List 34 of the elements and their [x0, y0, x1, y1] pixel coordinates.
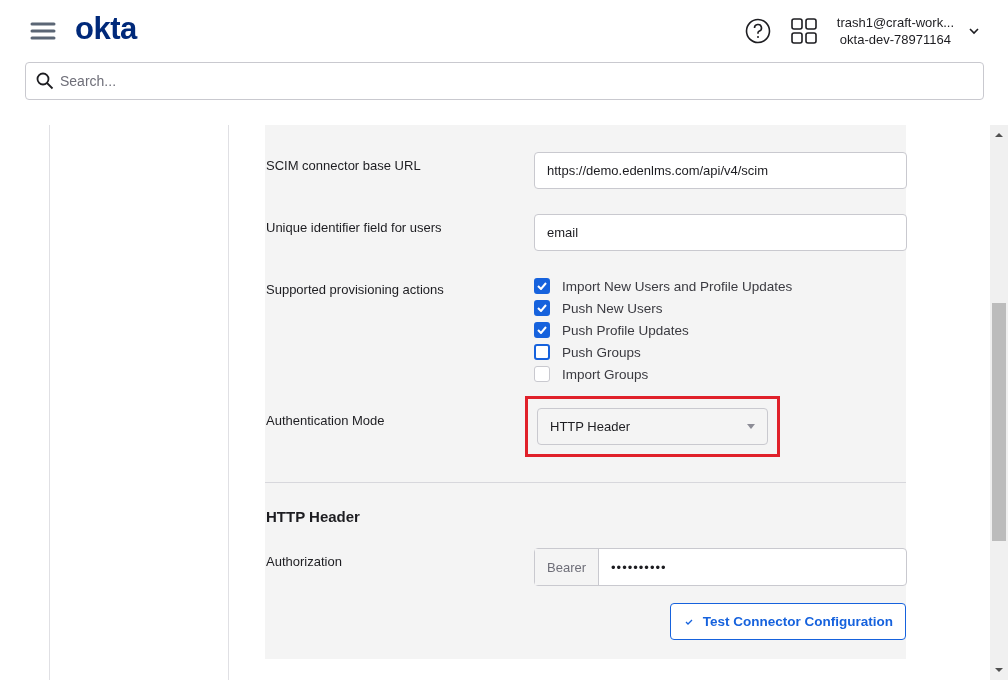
field-label: SCIM connector base URL: [266, 157, 422, 175]
field-label: Authorization: [266, 553, 343, 571]
search-icon: [36, 72, 54, 90]
checkbox-label[interactable]: Push Groups: [562, 344, 641, 360]
caret-icon[interactable]: [968, 25, 980, 37]
authorization-field[interactable]: Bearer ••••••••••: [534, 548, 907, 586]
caret-icon: [747, 424, 755, 429]
test-connector-button[interactable]: Test Connector Configuration: [669, 603, 906, 640]
check-icon: [537, 282, 547, 290]
checkbox-label[interactable]: Push New Users: [562, 300, 663, 316]
check-icon: [537, 304, 547, 312]
field-label: Supported provisioning actions: [266, 281, 445, 299]
help-icon[interactable]: [744, 18, 771, 44]
apps-grid-icon[interactable]: [790, 18, 817, 44]
checkbox-label[interactable]: Push Profile Updates: [562, 322, 689, 338]
check-icon: [684, 618, 693, 625]
logo[interactable]: okta: [75, 11, 137, 47]
section-heading: HTTP Header: [265, 507, 361, 525]
search-field[interactable]: Search...: [25, 62, 984, 100]
checkbox-label[interactable]: Import New Users and Profile Updates: [562, 278, 793, 294]
menu-icon[interactable]: [30, 21, 56, 41]
field-label: Authentication Mode: [266, 412, 386, 430]
checkbox[interactable]: [534, 278, 550, 294]
input-prefix: Bearer: [535, 549, 600, 585]
org-name: okta-dev-78971164: [839, 31, 951, 48]
text-field[interactable]: https://demo.edenlms.com/api/v4/scim: [534, 152, 907, 189]
checkbox[interactable]: [534, 322, 550, 338]
checkbox[interactable]: [534, 300, 550, 316]
check-icon: [537, 326, 547, 334]
field-label: Unique identifier field for users: [266, 219, 443, 237]
checkbox[interactable]: [534, 344, 550, 360]
account-email[interactable]: trash1@craft-work...: [836, 14, 954, 31]
text-field[interactable]: email: [534, 214, 907, 251]
dropdown[interactable]: HTTP Header: [537, 408, 768, 445]
